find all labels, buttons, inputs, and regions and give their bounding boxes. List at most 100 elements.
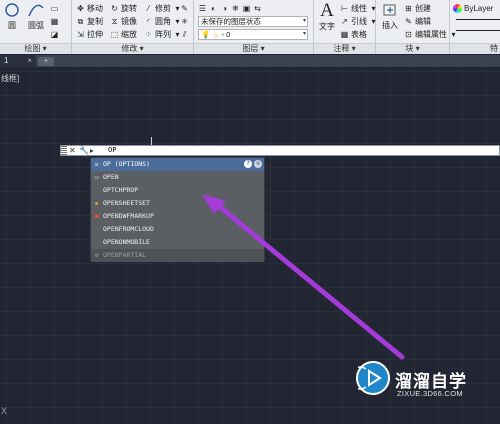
autocomplete-item-label: OPENDWFMARKUP — [103, 212, 154, 220]
autocomplete-item-optchprop[interactable]: OPTCHPROP — [91, 184, 264, 197]
layer-properties-icon[interactable]: ☰ — [198, 4, 207, 13]
layer-off-icon[interactable]: ◐ — [209, 4, 218, 13]
rotate-button[interactable]: ↻ 旋转 — [110, 3, 137, 14]
move-button[interactable]: ✥ 移动 — [76, 3, 103, 14]
mirror-label: 镜像 — [121, 17, 137, 26]
text-button[interactable]: A 文字 — [317, 1, 337, 32]
text-icon: A — [320, 0, 334, 21]
file-tab[interactable]: 1 × — [0, 55, 36, 67]
mirror-icon: ⧖ — [111, 17, 118, 26]
insert-label: 插入 — [382, 21, 398, 30]
watermark-url: ZIXUE.3D66.COM — [397, 389, 463, 398]
erase-tool[interactable]: ✎ — [180, 3, 189, 14]
table-button[interactable]: ▦ 表格 — [340, 29, 367, 40]
rotate-label: 旋转 — [121, 4, 137, 13]
scale-button[interactable]: ⬚ 缩放 — [110, 29, 137, 40]
trim-button[interactable]: ⁄ 修剪 ▾ — [144, 3, 182, 14]
rotate-icon: ↻ — [111, 4, 118, 13]
rectangle-tool[interactable]: ▭ — [50, 3, 59, 14]
hatch-tool[interactable]: ▦ — [50, 16, 59, 27]
settings-icon: ⚙ — [94, 252, 99, 259]
fillet-button[interactable]: ◜ 圆角 ▾ — [144, 16, 182, 27]
table-icon: ▦ — [340, 30, 349, 39]
linear-dimension-button[interactable]: ⊢ 线性 ▾ — [340, 3, 378, 14]
circle-label: 圆 — [8, 21, 16, 30]
copy-icon: ⧉ — [77, 17, 84, 26]
autocomplete-item-op[interactable]: ☑ OP (OPTIONS) ? ⊕ — [91, 158, 264, 171]
viewport-controls-label[interactable]: 线框] — [1, 73, 19, 84]
layers-panel: ☰ ◐ ◑ ❄ ▣ ⇆ 未保存的图层状态 ▾ 💡 ☼ ▫ 0 ▾ 图层 ▾ — [194, 0, 314, 54]
autocomplete-item-openfromcloud[interactable]: OPENFROMCLOUD — [91, 223, 264, 236]
array-button[interactable]: ⁘ 阵列 ▾ — [144, 29, 182, 40]
scale-label: 缩放 — [121, 30, 137, 39]
command-line[interactable]: ✕ 🔧 ▸ OP — [60, 145, 500, 156]
text-label: 文字 — [319, 22, 335, 31]
autocomplete-item-label: OPEN — [103, 173, 119, 181]
layer-tools-row: ☰ ◐ ◑ ❄ ▣ ⇆ — [198, 3, 262, 14]
gradient-tool[interactable]: ◪ — [50, 29, 59, 40]
insert-button[interactable]: 插入 — [379, 2, 401, 31]
layer-isolate-icon[interactable]: ◑ — [220, 4, 229, 13]
offset-tool[interactable]: ⫽ — [180, 29, 189, 40]
modify-panel: ✥ 移动 ↻ 旋转 ⁄ 修剪 ▾ ⧉ 复制 ⧖ 镜像 ◜ 圆角 ▾ ⇲ 拉伸 ⬚ 缩放 ⁘ 阵列 ▾ ✎… — [72, 0, 194, 54]
modify-panel-title[interactable]: 修改 ▾ — [72, 43, 193, 54]
layers-panel-title[interactable]: 图层 ▾ — [194, 43, 313, 54]
block-panel: 插入 ⊞ 创建 ✎ 编辑 ⊡ 编辑属性 ▾ 块 ▾ — [376, 0, 456, 54]
command-input[interactable]: OP — [108, 146, 116, 155]
create-block-button[interactable]: ⊞ 创建 — [404, 3, 431, 14]
layer-lock-icon[interactable]: ▣ — [242, 4, 251, 13]
trim-label: 修剪 — [155, 4, 171, 13]
file-tab-label: 1 — [4, 56, 9, 65]
edit-attributes-label: 编辑属性 — [415, 30, 447, 39]
autocomplete-item-openpartial[interactable]: ⚙ OPENPARTIAL — [91, 249, 264, 262]
autocomplete-item-opensheetset[interactable]: ◆ OPENSHEETSET — [91, 197, 264, 210]
leader-button[interactable]: ↗ 引线 ▾ — [340, 16, 378, 27]
autocomplete-item-openonmobile[interactable]: OPENONMOBILE — [91, 236, 264, 249]
edit-label: 编辑 — [415, 17, 431, 26]
annotation-panel: A 文字 ⊢ 线性 ▾ ↗ 引线 ▾ ▦ 表格 注释 ▾ — [314, 0, 376, 54]
layer-match-icon[interactable]: ⇆ — [253, 4, 262, 13]
autocomplete-item-open[interactable]: ▭ OPEN — [91, 171, 264, 184]
autocomplete-item-opendwfmarkup[interactable]: ■ OPENDWFMARKUP — [91, 210, 264, 223]
block-panel-title[interactable]: 块 ▾ — [376, 43, 449, 54]
stretch-label: 拉伸 — [87, 30, 103, 39]
globe-icon[interactable]: ⊕ — [254, 160, 262, 168]
close-icon[interactable]: × — [27, 55, 32, 67]
insert-block-icon — [383, 4, 396, 16]
play-icon — [347, 366, 382, 390]
grip-handle-icon[interactable] — [61, 146, 67, 155]
command-autocomplete-list: ☑ OP (OPTIONS) ? ⊕ ▭ OPEN OPTCHPROP ◆ OPENS… — [90, 157, 265, 262]
autocomplete-item-label: OPTCHPROP — [103, 186, 139, 194]
layer-state-dropdown[interactable]: 未保存的图层状态 ▾ — [198, 16, 308, 27]
mirror-button[interactable]: ⧖ 镜像 — [110, 16, 137, 27]
color-dropdown[interactable]: ByLayer — [453, 3, 493, 14]
explode-tool[interactable]: ✳ — [180, 16, 189, 27]
stretch-button[interactable]: ⇲ 拉伸 — [76, 29, 103, 40]
folder-icon: ▭ — [94, 174, 99, 181]
properties-panel-title[interactable]: 特 — [450, 43, 500, 54]
explode-icon: ✳ — [181, 17, 188, 26]
wrench-icon[interactable]: 🔧 — [79, 146, 89, 155]
close-icon[interactable]: ✕ — [69, 146, 76, 155]
watermark-logo — [347, 361, 390, 395]
copy-label: 复制 — [87, 17, 103, 26]
help-icon[interactable]: ? — [244, 160, 252, 168]
ucs-axis-icon: X — [1, 406, 8, 416]
linetype-line — [456, 30, 500, 31]
autocomplete-item-label: OPENFROMCLOUD — [103, 225, 154, 233]
draw-panel: 圆 圆弧 ▭ ▦ ◪ 绘图 ▾ — [0, 0, 72, 54]
chevron-down-icon: ▾ — [302, 18, 306, 24]
create-block-icon: ⊞ — [405, 4, 412, 13]
layer-freeze-icon[interactable]: ❄ — [231, 4, 240, 13]
arc-button[interactable]: 圆弧 — [24, 2, 48, 31]
circle-button[interactable]: 圆 — [2, 2, 22, 31]
draw-panel-title[interactable]: 绘图 ▾ — [0, 43, 71, 54]
current-layer-dropdown[interactable]: 💡 ☼ ▫ 0 ▾ — [198, 29, 308, 40]
cursor-crosshair — [151, 137, 152, 145]
lineweight-line — [456, 19, 500, 20]
copy-button[interactable]: ⧉ 复制 — [76, 16, 103, 27]
new-tab-button[interactable]: + — [38, 57, 54, 66]
bylayer-value: ByLayer — [464, 4, 494, 13]
edit-block-button[interactable]: ✎ 编辑 — [404, 16, 431, 27]
annotation-panel-title[interactable]: 注释 ▾ — [314, 43, 375, 54]
